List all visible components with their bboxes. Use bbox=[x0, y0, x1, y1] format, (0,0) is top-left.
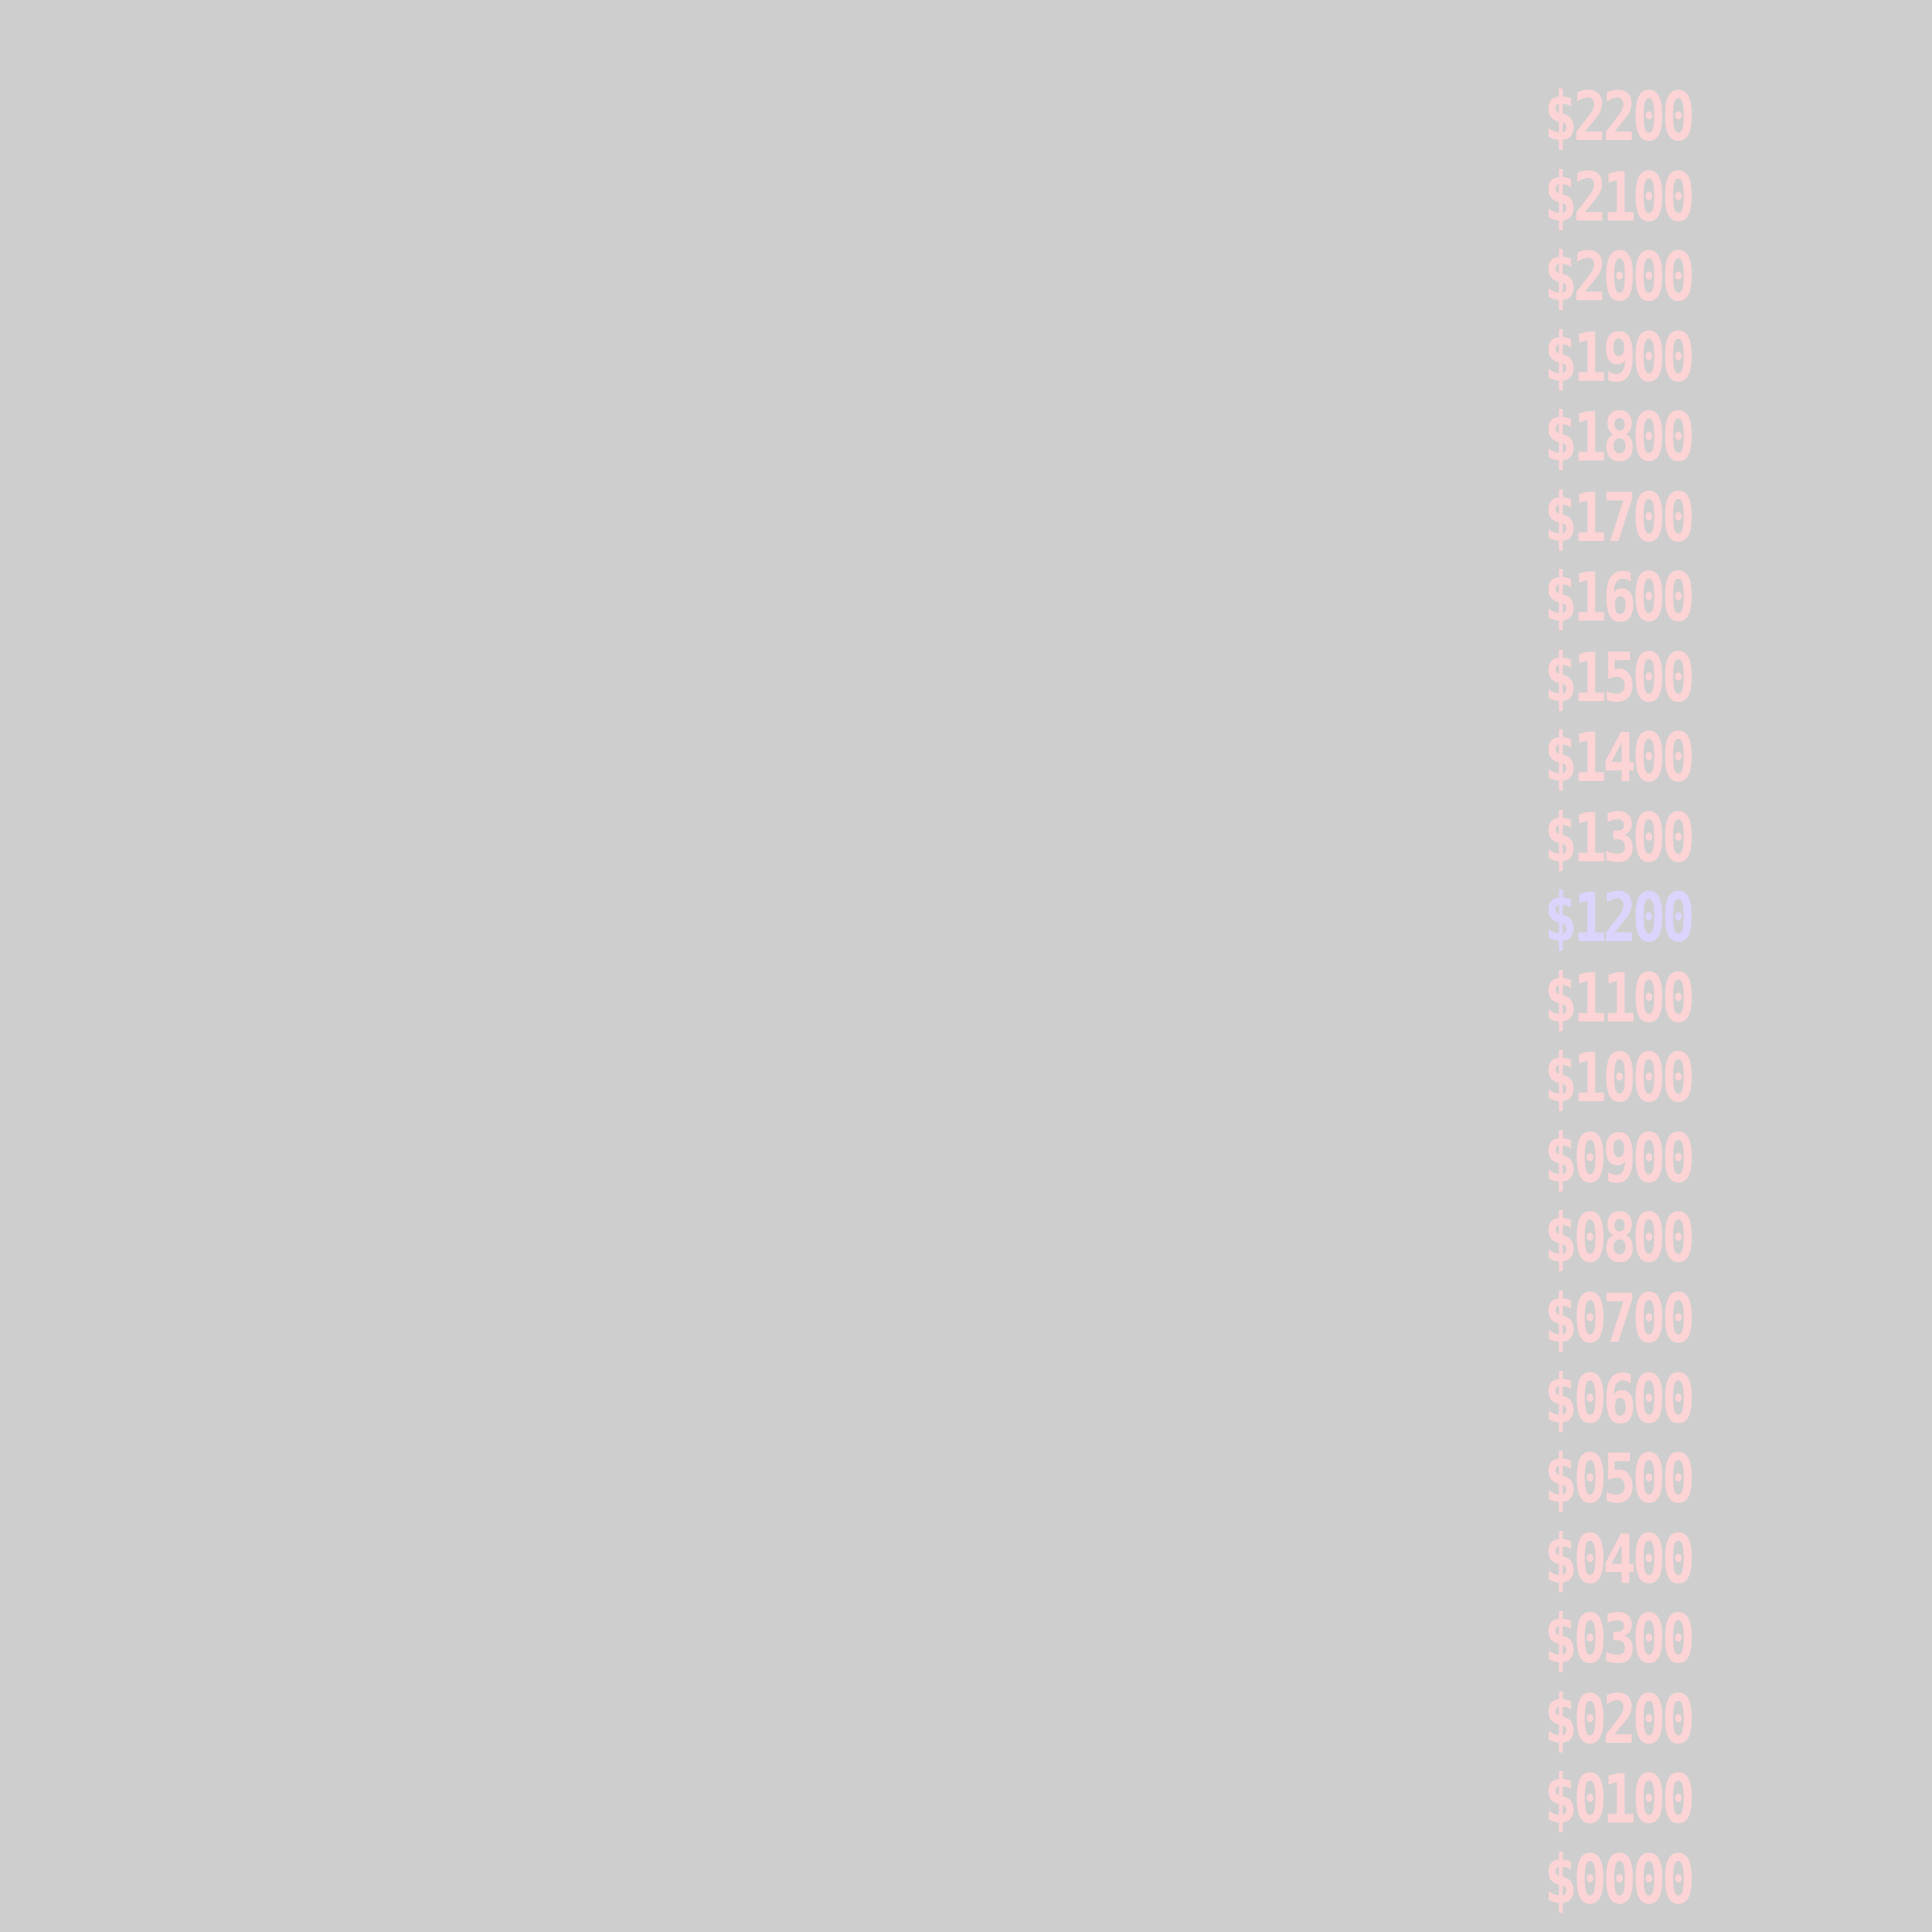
money-ladder: $2200 $2100 $2000 $1900 $1800 $1700 $1600 $1500… bbox=[1544, 80, 1737, 1916]
ladder-rung: $2000 bbox=[1544, 237, 1695, 317]
ladder-rung: $2200 bbox=[1544, 77, 1695, 156]
ladder-rung: $1100 bbox=[1544, 958, 1695, 1038]
ladder-rung: $1500 bbox=[1544, 638, 1695, 717]
ladder-rung-current: $1200 bbox=[1544, 878, 1695, 958]
ladder-rung: $0400 bbox=[1544, 1519, 1695, 1599]
ladder-rung: $0700 bbox=[1544, 1278, 1695, 1358]
ladder-rung: $1900 bbox=[1544, 317, 1695, 397]
game-screen: $2200 $2100 $2000 $1900 $1800 $1700 $1600 $1500… bbox=[0, 0, 1932, 1932]
ladder-rung: $1700 bbox=[1544, 477, 1695, 557]
ladder-rung: $0500 bbox=[1544, 1439, 1695, 1519]
ladder-rung: $0200 bbox=[1544, 1679, 1695, 1759]
ladder-rung: $1300 bbox=[1544, 798, 1695, 877]
ladder-rung: $0100 bbox=[1544, 1760, 1695, 1839]
ladder-rung: $1600 bbox=[1544, 558, 1695, 638]
ladder-rung: $0900 bbox=[1544, 1118, 1695, 1198]
ladder-rung: $1000 bbox=[1544, 1038, 1695, 1118]
ladder-rung: $2100 bbox=[1544, 157, 1695, 237]
ladder-rung: $0000 bbox=[1544, 1839, 1695, 1919]
ladder-rung: $1800 bbox=[1544, 398, 1695, 477]
ladder-rung: $0800 bbox=[1544, 1199, 1695, 1278]
ladder-rung: $1400 bbox=[1544, 718, 1695, 798]
ladder-rung: $0600 bbox=[1544, 1359, 1695, 1439]
ladder-rung: $0300 bbox=[1544, 1600, 1695, 1679]
